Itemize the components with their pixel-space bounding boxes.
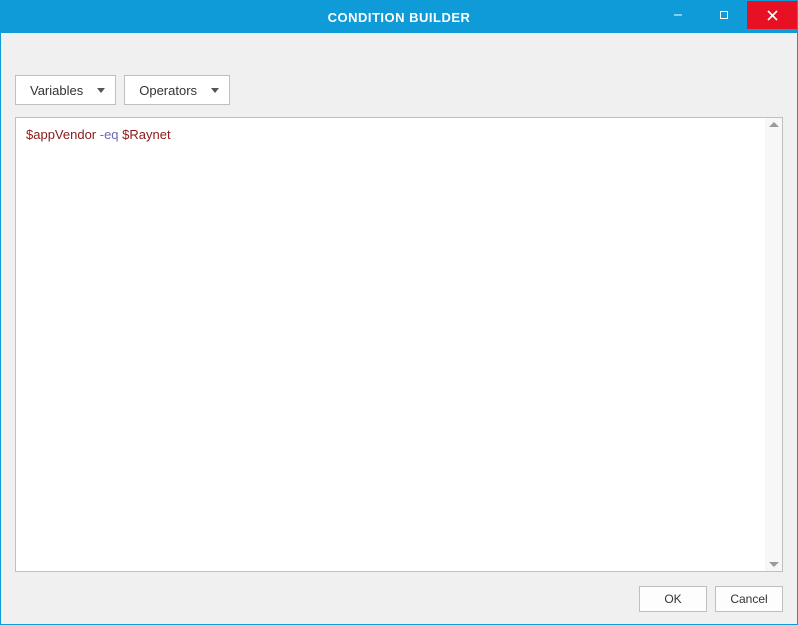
maximize-button[interactable] xyxy=(701,1,747,29)
token-variable: $Raynet xyxy=(122,127,170,142)
editor-text-area[interactable]: $appVendor -eq $Raynet xyxy=(16,118,765,571)
dialog-buttons: OK Cancel xyxy=(15,572,783,612)
cancel-button[interactable]: Cancel xyxy=(715,586,783,612)
scroll-up-icon[interactable] xyxy=(769,122,779,127)
operators-dropdown-label: Operators xyxy=(139,83,197,98)
chevron-down-icon xyxy=(211,88,219,93)
chevron-down-icon xyxy=(97,88,105,93)
vertical-scrollbar[interactable] xyxy=(765,118,782,571)
close-button[interactable] xyxy=(747,1,797,29)
token-variable: $appVendor xyxy=(26,127,96,142)
operators-dropdown[interactable]: Operators xyxy=(124,75,230,105)
variables-dropdown[interactable]: Variables xyxy=(15,75,116,105)
ok-button[interactable]: OK xyxy=(639,586,707,612)
content-area: Variables Operators $appVendor -eq $Rayn… xyxy=(1,33,797,624)
window-controls xyxy=(655,1,797,33)
window-title: CONDITION BUILDER xyxy=(328,10,471,25)
variables-dropdown-label: Variables xyxy=(30,83,83,98)
minimize-button[interactable] xyxy=(655,1,701,29)
titlebar: CONDITION BUILDER xyxy=(1,1,797,33)
token-operator: -eq xyxy=(100,127,119,142)
condition-editor[interactable]: $appVendor -eq $Raynet xyxy=(15,117,783,572)
scroll-down-icon[interactable] xyxy=(769,562,779,567)
toolbar: Variables Operators xyxy=(15,75,783,105)
